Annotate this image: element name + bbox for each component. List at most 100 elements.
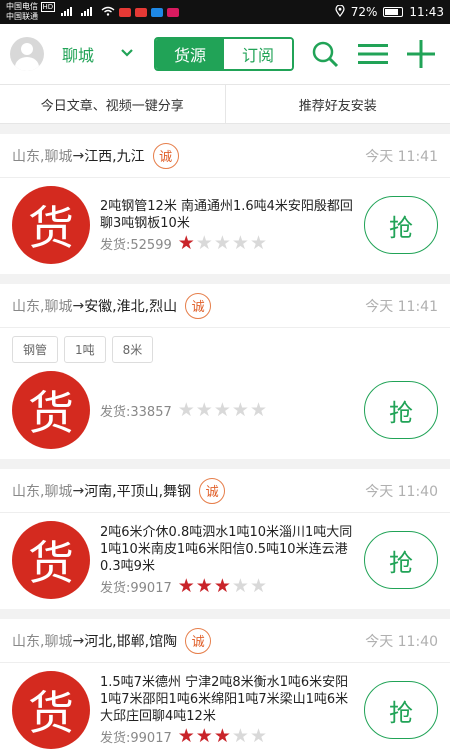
star-empty-icon: ★ (231, 398, 249, 421)
app-header: 聊城 货源 订阅 (0, 24, 450, 84)
carrier-info: 中国电信 HD 中国联通 (6, 2, 56, 22)
listing-card[interactable]: 山东,聊城 → 江西,九江 诚 今天 11:41 货 2吨钢管12米 南通通州1… (0, 134, 450, 274)
integrity-badge: 诚 (185, 627, 212, 654)
star-filled-icon: ★ (213, 575, 231, 597)
route-from: 山东,聊城 (12, 148, 73, 165)
cargo-icon: 货 (12, 521, 90, 599)
star-empty-icon: ★ (249, 575, 267, 597)
app3-notification-icon (151, 7, 164, 17)
recommend-button[interactable]: 推荐好友安装 (226, 95, 450, 114)
cargo-icon: 货 (12, 371, 90, 449)
clock: 11:43 (409, 5, 444, 19)
route-arrow: → (72, 297, 85, 314)
tab-huoyuan[interactable]: 货源 (156, 39, 225, 69)
route-arrow: → (72, 147, 85, 164)
cargo-description: 1.5吨7米德州 宁津2吨8米衡水1吨6米安阳1吨7米邵阳1吨6米绵阳1吨7米梁… (100, 675, 349, 724)
signal-4g-icon (61, 6, 77, 19)
route-to: 江西,九江 (84, 148, 145, 165)
tag-weight: 1吨 (64, 336, 106, 363)
cargo-description: 2吨钢管12米 南通通州1.6吨4米安阳殷都回聊3吨钢板10米 (100, 198, 353, 231)
integrity-badge: 诚 (152, 142, 179, 169)
cargo-icon: 货 (12, 186, 90, 264)
app2-notification-icon (135, 7, 148, 17)
rating-stars: ★ ★ ★ ★ ★ (178, 727, 267, 746)
avatar[interactable] (10, 37, 44, 71)
listing-card[interactable]: 山东,聊城 → 安徽,淮北,烈山 诚 今天 11:41 钢管 1吨 8米 货 发… (0, 284, 450, 459)
app1-notification-icon (119, 7, 132, 17)
rating-stars: ★ ★ ★ ★ ★ (177, 398, 267, 421)
ship-count: 发货:33857 (100, 404, 172, 420)
segment-control: 货源 订阅 (154, 37, 295, 71)
add-icon[interactable] (406, 39, 436, 69)
star-empty-icon: ★ (195, 398, 213, 421)
cargo-tags: 钢管 1吨 8米 (0, 328, 450, 363)
carrier2-label: 中国联通 (6, 12, 38, 21)
route-row: 山东,聊城 → 江西,九江 诚 今天 11:41 (0, 134, 450, 178)
star-empty-icon: ★ (213, 231, 231, 254)
route-row: 山东,聊城 → 安徽,淮北,烈山 诚 今天 11:41 (0, 284, 450, 328)
status-bar: 中国电信 HD 中国联通 72% 11:43 (0, 0, 450, 24)
grab-button[interactable]: 抢 (364, 681, 438, 739)
carrier1-label: 中国电信 (6, 2, 38, 11)
ship-count: 发货:99017 (100, 581, 172, 596)
hd-badge: HD (40, 2, 56, 12)
rating-stars: ★ ★ ★ ★ ★ (177, 231, 267, 254)
city-selector[interactable]: 聊城 (62, 42, 94, 66)
route-to: 河北,邯郸,馆陶 (84, 633, 178, 650)
route-to: 安徽,淮北,烈山 (84, 298, 178, 315)
star-empty-icon: ★ (249, 398, 267, 421)
star-empty-icon: ★ (249, 725, 267, 747)
grab-button[interactable]: 抢 (364, 531, 438, 589)
battery-percent: 72% (350, 5, 378, 19)
star-filled-icon: ★ (177, 725, 195, 747)
chevron-down-icon[interactable] (120, 46, 134, 62)
listing-card[interactable]: 山东,聊城 → 河北,邯郸,馆陶 诚 今天 11:40 货 1.5吨7米德州 宁… (0, 619, 450, 750)
ship-count: 发货:52599 (100, 237, 172, 253)
action-bar: 今日文章、视频一键分享 推荐好友安装 (0, 84, 450, 124)
route-from: 山东,聊城 (12, 483, 73, 500)
star-filled-icon: ★ (213, 725, 231, 747)
share-button[interactable]: 今日文章、视频一键分享 (0, 95, 225, 114)
star-empty-icon: ★ (231, 231, 249, 254)
star-filled-icon: ★ (195, 575, 213, 597)
post-time: 今天 11:41 (365, 298, 438, 315)
rating-stars: ★ ★ ★ ★ ★ (178, 577, 267, 596)
grab-button[interactable]: 抢 (364, 381, 438, 439)
menu-icon[interactable] (358, 39, 389, 69)
post-time: 今天 11:40 (365, 633, 438, 650)
star-filled-icon: ★ (177, 575, 195, 597)
wifi-icon (101, 6, 115, 19)
star-empty-icon: ★ (177, 398, 195, 421)
route-arrow: → (72, 632, 85, 649)
app4-notification-icon (167, 7, 180, 17)
signal-5g-icon (81, 6, 97, 19)
star-empty-icon: ★ (195, 231, 213, 254)
post-time: 今天 11:40 (365, 483, 438, 500)
cargo-description: 2吨6米介休0.8吨泗水1吨10米淄川1吨大同1吨10米南皮1吨6米阳信0.5吨… (100, 525, 353, 574)
battery-icon (383, 7, 404, 17)
star-filled-icon: ★ (195, 725, 213, 747)
star-empty-icon: ★ (249, 231, 267, 254)
ship-count: 发货:99017 (100, 731, 172, 746)
star-empty-icon: ★ (213, 398, 231, 421)
search-icon[interactable] (310, 39, 340, 69)
tag-length: 8米 (111, 336, 154, 363)
star-filled-icon: ★ (177, 231, 195, 254)
grab-button[interactable]: 抢 (364, 196, 438, 254)
route-row: 山东,聊城 → 河南,平顶山,舞钢 诚 今天 11:40 (0, 469, 450, 513)
star-empty-icon: ★ (231, 725, 249, 747)
integrity-badge: 诚 (199, 477, 226, 504)
route-from: 山东,聊城 (12, 633, 73, 650)
listing-card[interactable]: 山东,聊城 → 河南,平顶山,舞钢 诚 今天 11:40 货 2吨6米介休0.8… (0, 469, 450, 609)
tag-material: 钢管 (12, 336, 59, 363)
route-to: 河南,平顶山,舞钢 (84, 483, 192, 500)
star-empty-icon: ★ (231, 575, 249, 597)
route-row: 山东,聊城 → 河北,邯郸,馆陶 诚 今天 11:40 (0, 619, 450, 663)
integrity-badge: 诚 (185, 292, 212, 319)
tab-dingyue[interactable]: 订阅 (224, 39, 293, 69)
route-arrow: → (72, 482, 85, 499)
location-icon (335, 3, 345, 20)
cargo-icon: 货 (12, 671, 90, 749)
post-time: 今天 11:41 (365, 148, 438, 165)
route-from: 山东,聊城 (12, 298, 73, 315)
